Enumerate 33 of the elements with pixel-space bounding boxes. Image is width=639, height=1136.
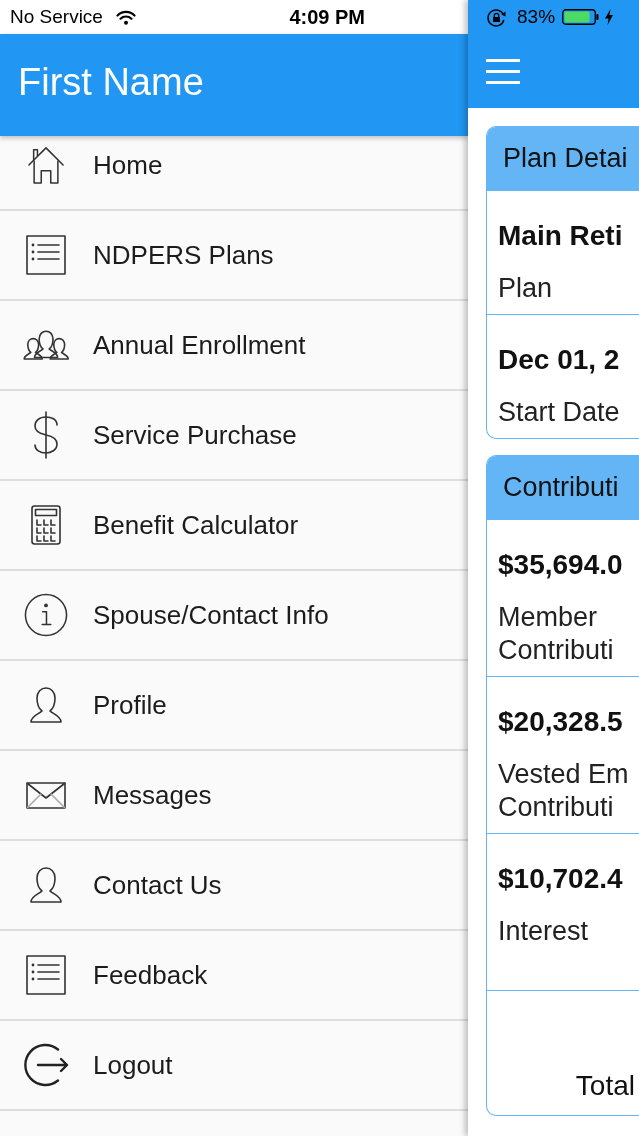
status-time: 4:09 PM <box>289 5 365 30</box>
detail-label: Plan <box>498 272 554 305</box>
menu-icon <box>486 58 520 84</box>
detail-value: $35,694.0 <box>498 548 624 582</box>
exit-arrow-icon <box>22 1041 70 1089</box>
rotation-lock-icon <box>487 7 506 27</box>
detail-value: $10,702.4 <box>498 862 624 896</box>
detail-value: Dec 01, 2 <box>498 343 621 377</box>
battery-icon <box>562 9 600 25</box>
detail-label: Start Date <box>498 396 621 429</box>
card-header: Contributi <box>487 456 639 519</box>
people-icon <box>22 330 70 360</box>
envelope-icon <box>26 781 66 809</box>
detail-label: Member Contributi <box>498 601 615 667</box>
charging-bolt-icon <box>605 9 614 25</box>
card-header: Plan Detai <box>487 127 639 190</box>
menu-button[interactable] <box>486 58 520 84</box>
battery-percentage: 83% <box>517 4 556 29</box>
carrier-label: No Service <box>10 4 103 29</box>
wifi-icon <box>115 9 136 25</box>
list-icon <box>26 235 66 275</box>
detail-label: Vested Em Contributi <box>498 758 630 824</box>
detail-value: $20,328.5 <box>498 705 624 739</box>
list-icon <box>26 955 66 995</box>
detail-label: Interest <box>498 915 590 948</box>
info-icon <box>24 593 68 637</box>
calculator-icon <box>31 505 61 545</box>
drawer-header: First Name <box>0 34 468 136</box>
total-label: Total <box>575 1069 635 1103</box>
detail-value: Main Reti <box>498 219 624 253</box>
person-icon <box>29 867 63 903</box>
home-icon <box>27 145 65 185</box>
person-icon <box>29 687 63 723</box>
